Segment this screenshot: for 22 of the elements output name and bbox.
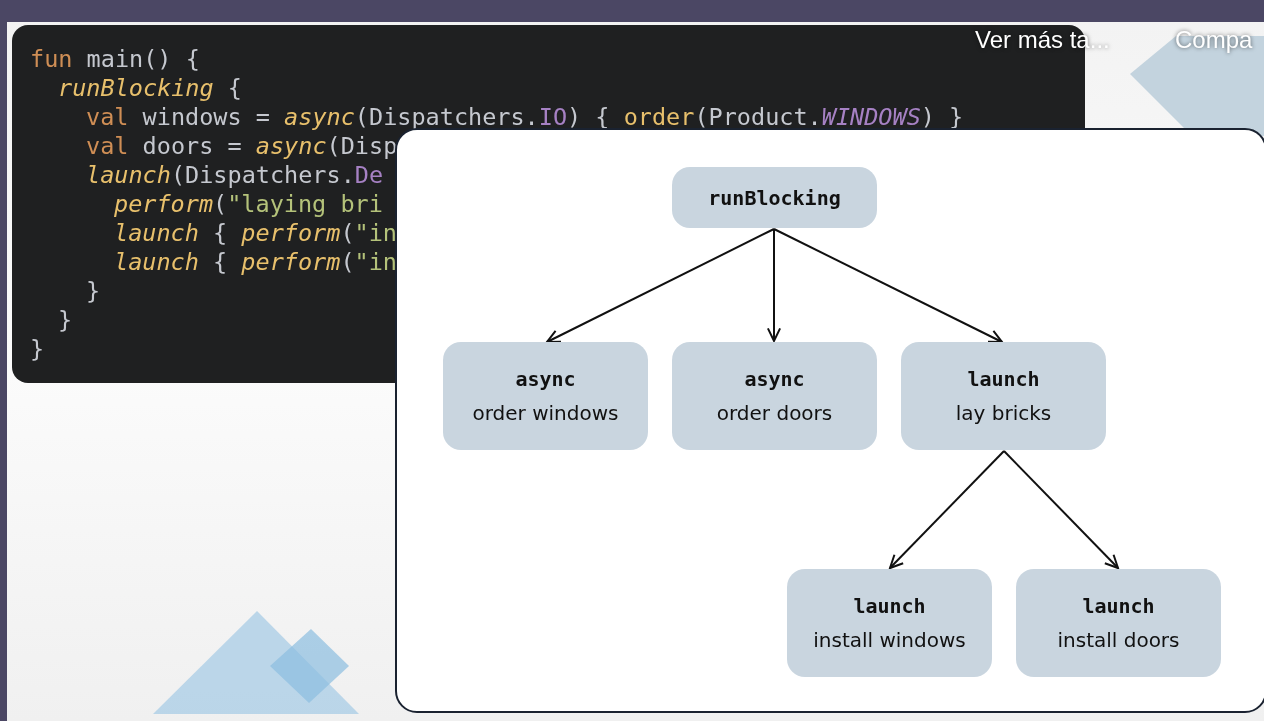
node-subtitle: order windows [472, 403, 619, 423]
node-title: launch [967, 369, 1040, 389]
code-line: runBlocking { [58, 74, 242, 103]
code-line: val windows = async(Dispatchers.IO) { order(Product.WINDOWS) } [86, 103, 964, 132]
node-subtitle: order doors [716, 403, 833, 423]
code-line: val doors = async(Disp [86, 132, 398, 161]
node-subtitle: install windows [813, 630, 966, 650]
code-line: launch(Dispatchers.De [86, 161, 384, 190]
code-line: launch { perform("in [114, 248, 397, 277]
node-title: launch [853, 596, 926, 616]
node-subtitle: lay bricks [955, 403, 1052, 423]
code-line: launch { perform("in [114, 219, 397, 248]
node-title: launch [1082, 596, 1155, 616]
code-line: perform("laying bri [114, 190, 383, 219]
code-line: } [58, 306, 73, 335]
node-title: async [744, 369, 805, 389]
node-title: async [515, 369, 576, 389]
code-line: } [86, 277, 101, 306]
node-subtitle: install doors [1057, 630, 1180, 650]
code-line: fun main() { [30, 45, 200, 74]
node-title: runBlocking [708, 187, 841, 208]
code-line: } [30, 335, 45, 364]
